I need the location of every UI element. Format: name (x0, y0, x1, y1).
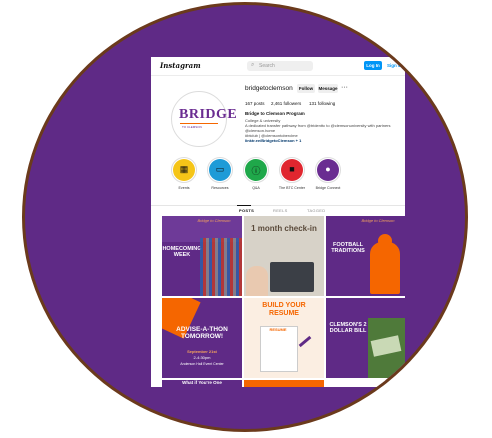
post-title: FOOTBALL TRADITIONS (331, 242, 365, 255)
signup-link[interactable]: Sign Up (387, 63, 404, 68)
posts-count: 167 posts (245, 101, 265, 106)
post-time: 2-4:30pm (193, 355, 211, 360)
post-tile[interactable]: CLEMSON'S 2 DOLLAR BILL (326, 298, 405, 378)
highlight-btc-center[interactable]: ■ The BTC Center (275, 157, 309, 190)
highlight-events[interactable]: ▦ Events (167, 157, 201, 190)
posts-grid: Bridge to Clemson HOMECOMING WEEK 1 mont… (162, 216, 405, 387)
top-navigation-bar: Instagram ⌕ Search Log In Sign Up (151, 57, 405, 76)
book-icon: ▭ (215, 164, 225, 174)
instagram-logo[interactable]: Instagram (160, 61, 201, 70)
post-tile[interactable]: What if You're One (162, 380, 242, 387)
post-title: BUILD YOUR RESUME (262, 302, 306, 318)
search-icon: ⌕ (251, 62, 255, 68)
tab-tagged[interactable]: TAGGED (307, 208, 325, 213)
profile-display-name: Bridge to Clemson Program (245, 111, 305, 116)
post-corner-text: Bridge to Clemson (361, 218, 395, 223)
message-button[interactable]: Message (318, 84, 338, 93)
post-location: Anderson Hall Event Center (180, 362, 224, 366)
chat-icon: ■ (289, 164, 295, 174)
tab-posts[interactable]: POSTS (239, 208, 254, 213)
post-corner-text: Bridge to Clemson (197, 218, 231, 223)
active-tab-indicator (237, 205, 251, 206)
highlight-bridge-connect[interactable]: ● Bridge Connect (311, 157, 345, 190)
post-tile[interactable]: 1 month check-in (244, 216, 324, 296)
followers-count[interactable]: 2,461 followers (271, 101, 301, 106)
more-options-icon[interactable]: ··· (341, 84, 348, 91)
post-tile[interactable] (244, 380, 324, 387)
post-tile[interactable]: Bridge to Clemson FOOTBALL TRADITIONS (326, 216, 405, 296)
highlight-label: The BTC Center (278, 186, 306, 190)
tabs-divider (151, 205, 405, 206)
highlight-resources[interactable]: ▭ Resources (203, 157, 237, 190)
highlight-label: Resources (211, 186, 229, 190)
search-placeholder: Search (259, 63, 275, 69)
post-title: HOMECOMING WEEK (162, 246, 202, 259)
follow-button[interactable]: Follow (297, 84, 315, 93)
highlight-label: Q&A (252, 186, 260, 190)
profile-link[interactable]: linktr.ee/BridgetoClemson + 1 (245, 138, 301, 143)
highlight-label: Events (178, 186, 190, 190)
person-icon: ● (325, 164, 331, 174)
highlight-qa[interactable]: ⓘ Q&A (239, 157, 273, 190)
calendar-icon: ▦ (179, 164, 189, 174)
resume-badge: RESUME (269, 327, 287, 332)
search-input[interactable]: ⌕ Search (247, 61, 313, 71)
post-tile[interactable]: Bridge to Clemson HOMECOMING WEEK (162, 216, 242, 296)
post-tile[interactable]: BUILD YOUR RESUME RESUME (244, 298, 324, 378)
info-icon: ⓘ (251, 166, 261, 176)
post-title: ADVISE-A-THON TOMORROW! (176, 326, 228, 341)
logo-accent-bar (180, 123, 218, 124)
bridge-logo-text: BRIDGE (179, 107, 238, 122)
bridge-logo-subtext: TO CLEMSON (182, 125, 202, 129)
purple-circle-frame: Instagram ⌕ Search Log In Sign Up BRIDGE… (22, 2, 468, 432)
post-tile[interactable] (326, 380, 405, 387)
login-button[interactable]: Log In (364, 61, 382, 70)
profile-avatar[interactable]: BRIDGE TO CLEMSON (171, 91, 237, 147)
following-count[interactable]: 131 following (309, 101, 335, 106)
post-title: What if You're One (182, 380, 222, 385)
highlight-label: Bridge Connect (315, 186, 341, 190)
instagram-profile-screenshot: Instagram ⌕ Search Log In Sign Up BRIDGE… (151, 57, 405, 387)
post-date: September 21st (187, 349, 217, 354)
post-tile[interactable]: ADVISE-A-THON TOMORROW! September 21st 2… (162, 298, 242, 378)
post-title: CLEMSON'S 2 DOLLAR BILL (329, 322, 367, 335)
post-title: 1 month check-in (251, 224, 317, 233)
profile-username: bridgetoclemson (245, 85, 293, 92)
tab-reels[interactable]: REELS (273, 208, 288, 213)
